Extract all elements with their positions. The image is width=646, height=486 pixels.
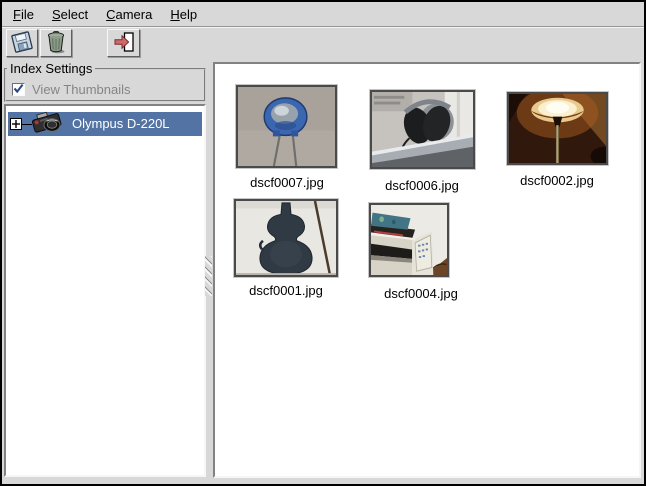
camera-icon (30, 109, 66, 136)
thumbnail-dscf0004[interactable] (369, 203, 449, 277)
menu-help-rest: elp (180, 7, 197, 22)
photo-headphones (372, 92, 473, 167)
thumbnail-filename: dscf0006.jpg (352, 178, 492, 193)
thumbnail-dscf0007[interactable] (236, 85, 337, 168)
photo-guitar-case (236, 201, 336, 275)
thumbnail-filename: dscf0004.jpg (351, 286, 491, 301)
save-button[interactable] (6, 29, 38, 57)
menu-camera[interactable]: Camera (104, 5, 154, 24)
exit-button[interactable] (107, 29, 140, 57)
photo-capacitor (238, 87, 335, 166)
menu-help-accel: H (170, 7, 179, 22)
save-icon (10, 30, 34, 57)
menu-file-rest: ile (21, 7, 34, 22)
menu-file-accel: F (13, 7, 21, 22)
thumbnail-filename: dscf0002.jpg (487, 173, 627, 188)
menu-camera-rest: amera (116, 7, 153, 22)
view-thumbnails-checkbox[interactable] (12, 83, 25, 96)
delete-button[interactable] (40, 29, 72, 57)
menu-select[interactable]: Select (50, 5, 90, 24)
tree-item-label: Olympus D-220L (72, 112, 170, 136)
thumbnail-filename: dscf0007.jpg (217, 175, 357, 190)
application-window: File Select Camera Help (0, 0, 646, 486)
menubar-separator (2, 26, 644, 28)
view-thumbnails-label[interactable]: View Thumbnails (32, 82, 131, 97)
trash-icon (44, 29, 68, 57)
expand-plus-icon[interactable] (10, 118, 22, 130)
menu-camera-accel: C (106, 7, 115, 22)
exit-icon (112, 30, 136, 57)
camera-tree: Olympus D-220L (4, 104, 206, 477)
photo-printer (371, 205, 447, 275)
thumbnail-dscf0001[interactable] (234, 199, 338, 277)
pane-splitter-grip[interactable] (205, 256, 212, 296)
thumbnail-dscf0002[interactable] (507, 92, 608, 165)
menubar: File Select Camera Help (2, 2, 644, 26)
thumbnail-dscf0006[interactable] (370, 90, 475, 169)
thumbnail-filename: dscf0001.jpg (216, 283, 356, 298)
photo-lamp (509, 94, 606, 163)
view-thumbnails-row[interactable]: View Thumbnails (12, 82, 131, 97)
checkmark-icon (13, 82, 24, 97)
menu-select-rest: elect (61, 7, 88, 22)
index-settings-label: Index Settings (7, 61, 95, 76)
menu-help[interactable]: Help (168, 5, 199, 24)
menu-file[interactable]: File (11, 5, 36, 24)
menu-select-accel: S (52, 7, 61, 22)
